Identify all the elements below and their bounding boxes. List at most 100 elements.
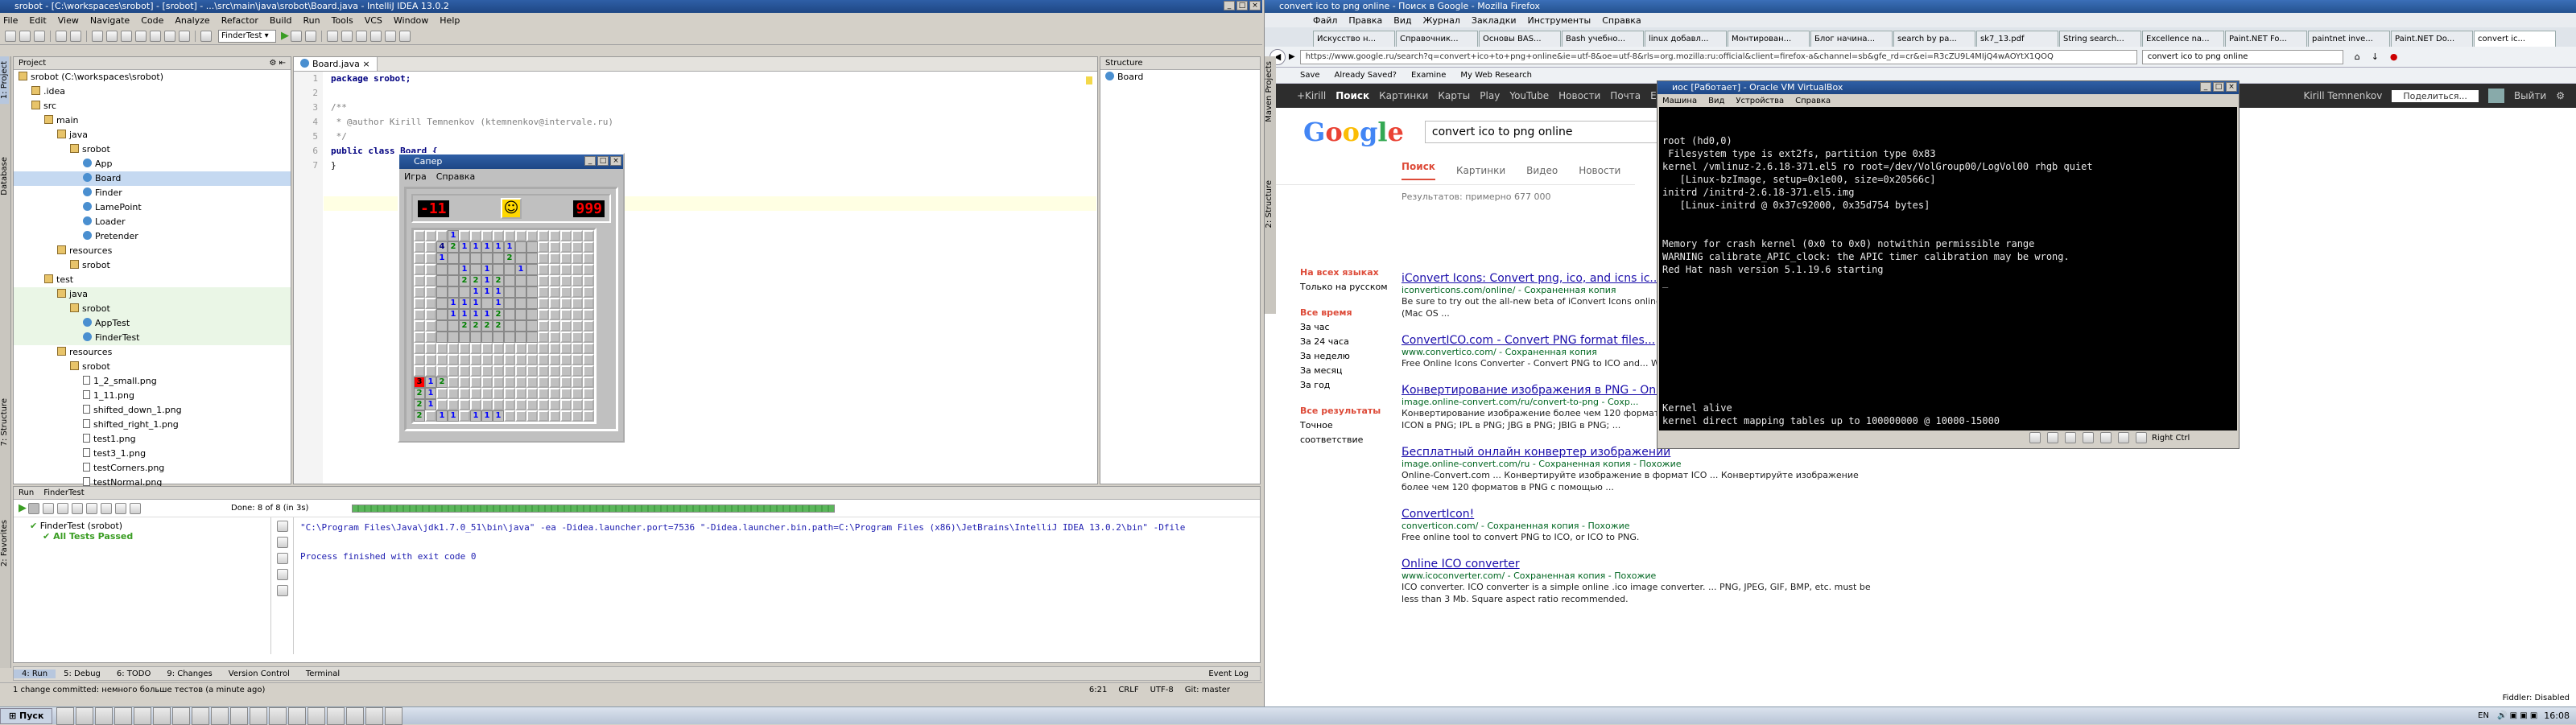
menu-file[interactable]: File (3, 15, 18, 26)
mine-cell[interactable] (470, 332, 481, 343)
intellij-title-bar[interactable]: srobot - [C:\workspaces\srobot] - [srobo… (0, 0, 1262, 13)
tree-node[interactable]: srobot (14, 258, 291, 273)
mine-cell[interactable] (436, 230, 448, 241)
mine-cell[interactable]: 1 (436, 410, 448, 422)
tests-passed-node[interactable]: ✔ All Tests Passed (30, 531, 254, 542)
mine-cell[interactable] (572, 332, 583, 343)
mine-cell[interactable] (493, 365, 504, 377)
mine-cell[interactable] (436, 309, 448, 320)
tree-node[interactable]: Board (14, 171, 291, 186)
mine-cell[interactable] (560, 410, 572, 422)
panel-settings-icon[interactable]: ⚙ ⇤ (269, 59, 286, 68)
mine-cell[interactable] (583, 365, 594, 377)
mine-cell[interactable] (538, 354, 549, 365)
mine-cell[interactable] (425, 320, 436, 332)
mine-cell[interactable] (572, 253, 583, 264)
ff-menu-view[interactable]: Вид (1393, 15, 1411, 26)
mine-cell[interactable] (515, 388, 526, 399)
mine-cell[interactable] (515, 230, 526, 241)
mine-cell[interactable] (493, 388, 504, 399)
mine-cell[interactable] (504, 388, 515, 399)
mine-cell[interactable] (448, 253, 459, 264)
mine-cell[interactable] (549, 320, 560, 332)
mine-cell[interactable] (459, 230, 470, 241)
tool-tab-maven[interactable]: Maven Projects (1265, 56, 1274, 127)
menu-help[interactable]: Help (440, 15, 460, 26)
tool-tab-structure-right[interactable]: 2: Structure (1265, 175, 1274, 233)
mine-cell[interactable] (436, 275, 448, 286)
cursor-position[interactable]: 6:21 (1089, 686, 1107, 694)
mine-cell[interactable] (504, 410, 515, 422)
mine-cell[interactable] (515, 320, 526, 332)
mine-cell[interactable]: 1 (459, 298, 470, 309)
browser-tab[interactable]: sk7_13.pdf (1976, 31, 2058, 47)
vcs-update-icon[interactable] (327, 30, 338, 42)
tree-node[interactable]: AppTest (14, 316, 291, 331)
mine-cell[interactable]: 1 (425, 399, 436, 410)
mine-cell[interactable] (560, 332, 572, 343)
mine-cell[interactable] (459, 388, 470, 399)
mine-cell[interactable] (560, 343, 572, 354)
tree-node[interactable]: srobot (14, 360, 291, 374)
mine-cell[interactable] (414, 286, 425, 298)
browser-tab[interactable]: Paint.NET Fo... (2225, 31, 2307, 47)
mine-cell[interactable] (526, 343, 538, 354)
menu-edit[interactable]: Edit (29, 15, 46, 26)
mine-cell[interactable] (583, 309, 594, 320)
smiley-face-button[interactable]: ☺ (501, 198, 522, 219)
url-bar[interactable]: https://www.google.ru/search?q=convert+i… (1299, 49, 2137, 64)
menu-view[interactable]: View (58, 15, 79, 26)
addon-icon[interactable]: ● (2390, 51, 2398, 62)
hdd-icon[interactable] (2029, 432, 2041, 443)
mine-cell[interactable] (526, 253, 538, 264)
taskbar-app-icon[interactable] (192, 706, 210, 725)
mine-cell[interactable] (560, 354, 572, 365)
mine-cell[interactable] (572, 399, 583, 410)
tree-node[interactable]: Pretender (14, 229, 291, 244)
ff-menu-file[interactable]: Файл (1313, 15, 1337, 26)
mine-cell[interactable] (414, 332, 425, 343)
mine-cell[interactable] (583, 264, 594, 275)
bookmark-my-web-research[interactable]: My Web Research (1457, 68, 1535, 83)
mine-cell[interactable]: 1 (448, 298, 459, 309)
search-tab-news[interactable]: Новости (1579, 165, 1620, 176)
mine-cell[interactable] (493, 343, 504, 354)
mine-cell[interactable] (515, 365, 526, 377)
minimize-button[interactable]: _ (1224, 1, 1235, 10)
mine-cell[interactable] (572, 388, 583, 399)
search-tab-web[interactable]: Поиск (1402, 161, 1435, 180)
search-input[interactable]: convert ico to png online (2141, 49, 2343, 64)
mine-cell[interactable] (515, 410, 526, 422)
mine-cell[interactable]: 2 (504, 253, 515, 264)
mine-cell[interactable] (549, 365, 560, 377)
cd-icon[interactable] (2047, 432, 2058, 443)
mine-cell[interactable] (481, 230, 493, 241)
language-indicator[interactable]: EN (2478, 711, 2489, 720)
mine-cell[interactable]: 1 (481, 241, 493, 253)
mine-cell[interactable] (526, 286, 538, 298)
mine-cell[interactable] (493, 377, 504, 388)
gbar-mail[interactable]: Почта (1610, 90, 1641, 101)
taskbar-app-icon[interactable] (288, 706, 307, 725)
vbox-maximize-button[interactable]: □ (2213, 82, 2224, 92)
mine-cell[interactable]: 2 (470, 275, 481, 286)
editor-tab-board[interactable]: Board.java × (294, 57, 378, 71)
mine-cell[interactable] (425, 230, 436, 241)
mine-cell[interactable] (583, 298, 594, 309)
mine-cell[interactable]: 1 (459, 264, 470, 275)
stop-icon[interactable] (28, 502, 39, 514)
mine-cell[interactable] (493, 264, 504, 275)
mine-cell[interactable] (459, 410, 470, 422)
mine-cell[interactable] (538, 286, 549, 298)
taskbar-app-icon[interactable] (385, 706, 403, 725)
mine-cell[interactable]: 1 (481, 309, 493, 320)
sort-icon[interactable] (57, 502, 68, 514)
mine-cell[interactable]: 1 (470, 298, 481, 309)
mine-cell[interactable] (504, 377, 515, 388)
mine-cell[interactable] (538, 332, 549, 343)
mine-cell[interactable] (538, 253, 549, 264)
mine-cell[interactable]: 1 (425, 388, 436, 399)
mine-cell[interactable] (414, 354, 425, 365)
home-icon[interactable]: ⌂ (2355, 51, 2360, 62)
mine-cell[interactable] (572, 298, 583, 309)
